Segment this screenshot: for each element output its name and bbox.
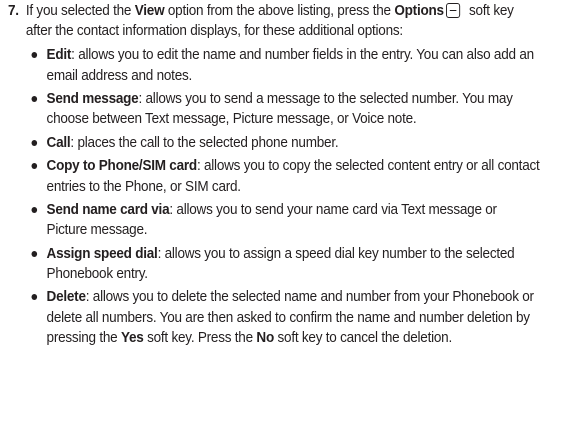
no-softkey-label: No: [256, 329, 274, 346]
option-description-part-2: soft key. Press the: [143, 329, 257, 346]
step-number: 7.: [8, 3, 19, 19]
options-list: Edit: allows you to edit the name and nu…: [8, 45, 540, 348]
option-term: Call: [46, 134, 71, 151]
intro-text-2: option from the above listing, press the: [164, 3, 395, 19]
option-term: Send name card via: [46, 202, 170, 219]
option-term: Delete: [46, 289, 86, 306]
option-description: : allows you to edit the name and number…: [46, 47, 535, 84]
list-item-call: Call: places the call to the selected ph…: [30, 133, 540, 153]
option-description: : places the call to the selected phone …: [70, 134, 339, 151]
option-description-part-3: soft key to cancel the deletion.: [273, 329, 453, 346]
option-term: Assign speed dial: [46, 245, 158, 262]
minus-softkey-icon: [445, 3, 460, 18]
options-term: Options: [394, 3, 444, 19]
intro-text-1: If you selected the: [25, 3, 135, 19]
list-item-delete: Delete: allows you to delete the selecte…: [30, 287, 540, 348]
list-item-assign-speed-dial: Assign speed dial: allows you to assign …: [30, 244, 540, 284]
list-item-send-name-card: Send name card via: allows you to send y…: [30, 200, 540, 240]
yes-softkey-label: Yes: [120, 329, 144, 346]
view-term: View: [134, 3, 165, 19]
list-item-copy-to-phone-sim: Copy to Phone/SIM card: allows you to co…: [30, 156, 540, 196]
list-item-edit: Edit: allows you to edit the name and nu…: [30, 45, 540, 85]
option-term: Send message: [46, 91, 139, 108]
option-term: Copy to Phone/SIM card: [46, 158, 198, 175]
list-item-send-message: Send message: allows you to send a messa…: [30, 89, 540, 129]
step-7: 7. If you selected the View option from …: [8, 1, 540, 351]
step-intro: If you selected the View option from the…: [26, 1, 540, 41]
option-term: Edit: [46, 47, 72, 64]
